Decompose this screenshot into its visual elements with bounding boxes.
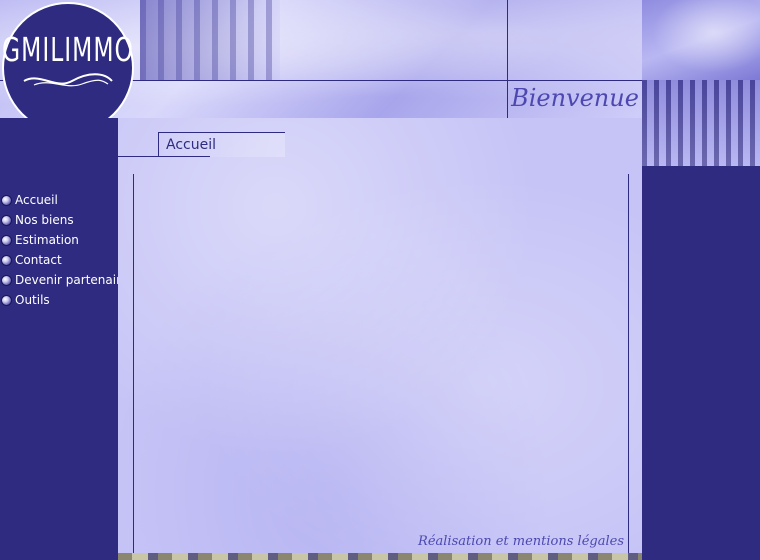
- nav-item-devenir-partenaire[interactable]: Devenir partenaire: [0, 270, 128, 290]
- nav-item-contact[interactable]: Contact: [0, 250, 128, 270]
- bullet-icon: [1, 294, 12, 306]
- main-navigation: Accueil Nos biens Estimation Contact Dev…: [0, 190, 128, 310]
- bullet-icon: [1, 274, 12, 286]
- sidebar: [0, 118, 118, 560]
- right-balcony-photo: [642, 80, 760, 166]
- logo-swirl-icon: [23, 73, 113, 87]
- logo-text: GMILIMMO: [2, 32, 134, 70]
- nav-item-label: Estimation: [15, 233, 79, 247]
- right-sky-photo: [642, 0, 760, 80]
- nav-item-label: Devenir partenaire: [15, 273, 129, 287]
- footer-photo-strip: [118, 553, 642, 560]
- content-border-right: [628, 174, 629, 554]
- bullet-icon: [1, 234, 12, 246]
- main-content: Accueil Réalisation et mentions légales: [118, 118, 642, 560]
- nav-item-outils[interactable]: Outils: [0, 290, 128, 310]
- nav-item-label: Contact: [15, 253, 62, 267]
- content-border-left: [133, 174, 134, 560]
- page-title-underline: [118, 156, 210, 157]
- bullet-icon: [1, 214, 12, 226]
- header-building-photo: [140, 0, 280, 80]
- header-divider-vertical: [507, 0, 508, 118]
- nav-item-label: Outils: [15, 293, 50, 307]
- nav-item-accueil[interactable]: Accueil: [0, 190, 128, 210]
- right-column: [642, 166, 760, 560]
- bullet-icon: [1, 254, 12, 266]
- site-logo[interactable]: GMILIMMO: [2, 2, 134, 134]
- nav-item-estimation[interactable]: Estimation: [0, 230, 128, 250]
- bullet-icon: [1, 194, 12, 206]
- nav-item-label: Nos biens: [15, 213, 74, 227]
- nav-item-label: Accueil: [15, 193, 58, 207]
- page-title: Accueil: [166, 137, 216, 153]
- welcome-heading: Bienvenue: [511, 84, 639, 112]
- nav-item-nos-biens[interactable]: Nos biens: [0, 210, 128, 230]
- legal-notice-link[interactable]: Réalisation et mentions légales: [418, 534, 624, 549]
